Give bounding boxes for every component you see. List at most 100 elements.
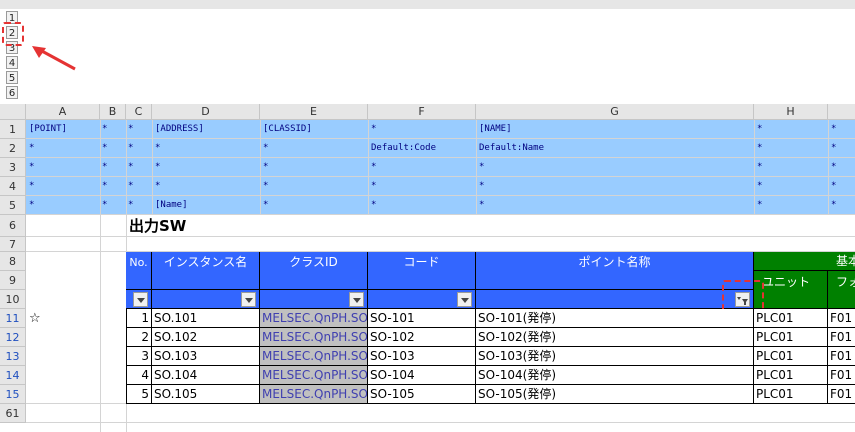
row-header-12[interactable]: 12 bbox=[0, 328, 26, 347]
cell-instance[interactable]: SO.105 bbox=[152, 385, 260, 404]
cell-unit[interactable]: PLC01 bbox=[754, 347, 828, 366]
meta-cell[interactable]: * bbox=[128, 120, 133, 139]
row-header-9[interactable]: 9 bbox=[0, 271, 26, 290]
cell-format[interactable]: F01 bbox=[828, 347, 855, 366]
cell-no[interactable]: 2 bbox=[126, 328, 152, 347]
meta-cell[interactable]: [Name] bbox=[155, 196, 188, 215]
header-instance[interactable]: インスタンス名 bbox=[152, 252, 260, 290]
cell-code[interactable]: SO-103 bbox=[368, 347, 476, 366]
meta-cell[interactable]: * bbox=[371, 177, 376, 196]
cell-point-name[interactable]: SO-103(発停) bbox=[476, 347, 754, 366]
meta-cell[interactable]: * bbox=[263, 177, 268, 196]
meta-cell[interactable]: * bbox=[263, 196, 268, 215]
meta-cell[interactable]: * bbox=[479, 196, 484, 215]
filter-dropdown-no-button[interactable] bbox=[133, 292, 148, 307]
meta-cell[interactable]: * bbox=[371, 120, 376, 139]
cell-format[interactable]: F01 bbox=[828, 309, 855, 328]
meta-cell[interactable]: * bbox=[831, 158, 836, 177]
row-header-8[interactable]: 8 bbox=[0, 252, 26, 271]
cell-format[interactable]: F01 bbox=[828, 385, 855, 404]
meta-cell[interactable]: [NAME] bbox=[479, 120, 512, 139]
meta-cell[interactable]: * bbox=[757, 177, 762, 196]
outline-level-6-button[interactable]: 6 bbox=[6, 86, 18, 99]
meta-cell[interactable]: [CLASSID] bbox=[263, 120, 312, 139]
column-header-i[interactable] bbox=[828, 104, 855, 120]
header-basic[interactable]: 基本 bbox=[754, 252, 855, 271]
cell-class-id[interactable]: MELSEC.QnPH.SO bbox=[260, 309, 368, 328]
meta-cell[interactable]: * bbox=[757, 120, 762, 139]
header-unit[interactable]: ユニット bbox=[754, 271, 828, 309]
meta-cell[interactable]: * bbox=[371, 196, 376, 215]
cell-instance[interactable]: SO.101 bbox=[152, 309, 260, 328]
cell-format[interactable]: F01 bbox=[828, 366, 855, 385]
meta-cell[interactable]: * bbox=[155, 158, 160, 177]
select-all-corner[interactable] bbox=[0, 104, 26, 120]
row-header-2[interactable]: 2 bbox=[0, 139, 26, 158]
meta-cell[interactable]: * bbox=[757, 139, 762, 158]
meta-cell[interactable]: * bbox=[29, 196, 34, 215]
meta-cell[interactable]: * bbox=[155, 139, 160, 158]
meta-cell[interactable]: * bbox=[102, 139, 107, 158]
meta-cell[interactable]: * bbox=[29, 158, 34, 177]
row-header-1[interactable]: 1 bbox=[0, 120, 26, 139]
outline-level-4-button[interactable]: 4 bbox=[6, 56, 18, 69]
cell-no[interactable]: 5 bbox=[126, 385, 152, 404]
meta-cell[interactable]: * bbox=[757, 158, 762, 177]
cell-class-id[interactable]: MELSEC.QnPH.SO bbox=[260, 328, 368, 347]
cell-point-name[interactable]: SO-104(発停) bbox=[476, 366, 754, 385]
header-class-id[interactable]: クラスID bbox=[260, 252, 368, 290]
cell-class-id[interactable]: MELSEC.QnPH.SO bbox=[260, 347, 368, 366]
outline-level-5-button[interactable]: 5 bbox=[6, 71, 18, 84]
star-marker[interactable]: ☆ bbox=[29, 309, 41, 328]
meta-cell[interactable]: * bbox=[29, 177, 34, 196]
meta-cell[interactable]: * bbox=[102, 120, 107, 139]
meta-cell[interactable]: Default:Name bbox=[479, 139, 544, 158]
row-header-61[interactable]: 61 bbox=[0, 404, 26, 423]
filter-dropdown-class-id-button[interactable] bbox=[349, 292, 364, 307]
cell-format[interactable]: F01 bbox=[828, 328, 855, 347]
meta-cell[interactable]: * bbox=[128, 196, 133, 215]
meta-cell[interactable]: * bbox=[757, 196, 762, 215]
meta-cell[interactable]: * bbox=[29, 139, 34, 158]
cell-unit[interactable]: PLC01 bbox=[754, 366, 828, 385]
section-title[interactable]: 出力SW bbox=[129, 215, 186, 237]
meta-cell[interactable]: * bbox=[479, 177, 484, 196]
column-header-b[interactable]: B bbox=[100, 104, 126, 120]
cell-code[interactable]: SO-105 bbox=[368, 385, 476, 404]
column-header-g[interactable]: G bbox=[476, 104, 754, 120]
cell-instance[interactable]: SO.103 bbox=[152, 347, 260, 366]
row-header-14[interactable]: 14 bbox=[0, 366, 26, 385]
cell-no[interactable]: 1 bbox=[126, 309, 152, 328]
header-format[interactable]: フォ bbox=[828, 271, 855, 309]
cell-code[interactable]: SO-104 bbox=[368, 366, 476, 385]
meta-cell[interactable]: Default:Code bbox=[371, 139, 436, 158]
row-header-5[interactable]: 5 bbox=[0, 196, 26, 215]
row-header-13[interactable]: 13 bbox=[0, 347, 26, 366]
meta-cell[interactable]: [ADDRESS] bbox=[155, 120, 204, 139]
header-no[interactable]: No. bbox=[126, 252, 152, 290]
cell-class-id[interactable]: MELSEC.QnPH.SO bbox=[260, 366, 368, 385]
column-header-c[interactable]: C bbox=[126, 104, 152, 120]
cell-unit[interactable]: PLC01 bbox=[754, 328, 828, 347]
meta-cell[interactable]: * bbox=[155, 177, 160, 196]
cell-no[interactable]: 3 bbox=[126, 347, 152, 366]
cell-point-name[interactable]: SO-101(発停) bbox=[476, 309, 754, 328]
meta-cell[interactable]: * bbox=[128, 158, 133, 177]
header-code[interactable]: コード bbox=[368, 252, 476, 290]
column-header-h[interactable]: H bbox=[754, 104, 828, 120]
meta-cell[interactable]: * bbox=[102, 196, 107, 215]
meta-cell[interactable]: * bbox=[371, 158, 376, 177]
cell-point-name[interactable]: SO-102(発停) bbox=[476, 328, 754, 347]
row-header-7[interactable]: 7 bbox=[0, 237, 26, 252]
meta-cell[interactable]: [POINT] bbox=[29, 120, 67, 139]
meta-cell[interactable]: * bbox=[102, 158, 107, 177]
cell-unit[interactable]: PLC01 bbox=[754, 309, 828, 328]
meta-cell[interactable]: * bbox=[263, 158, 268, 177]
meta-cell[interactable]: * bbox=[128, 177, 133, 196]
meta-cell[interactable]: * bbox=[102, 177, 107, 196]
column-header-e[interactable]: E bbox=[260, 104, 368, 120]
row-header-6[interactable]: 6 bbox=[0, 215, 26, 237]
meta-cell[interactable]: * bbox=[831, 139, 836, 158]
row-header-11[interactable]: 11 bbox=[0, 309, 26, 328]
cell-no[interactable]: 4 bbox=[126, 366, 152, 385]
